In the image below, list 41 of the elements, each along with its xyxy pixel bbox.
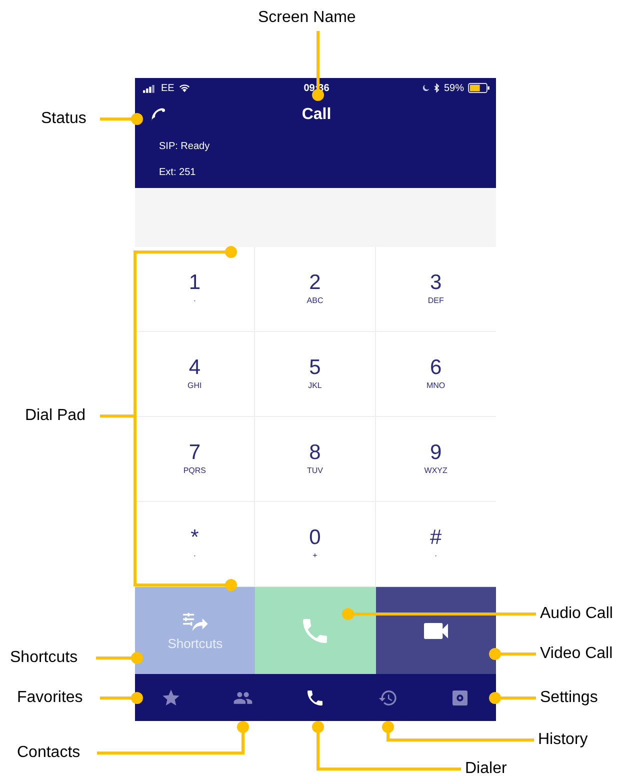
history-icon[interactable]	[378, 688, 398, 708]
leader-line	[96, 652, 143, 664]
battery-percent: 59%	[444, 82, 464, 94]
dial-key[interactable]: 4 GHI	[135, 332, 256, 417]
carrier-name: EE	[161, 82, 174, 94]
star-icon[interactable]	[161, 688, 182, 708]
extension-number: Ext: 251	[159, 167, 196, 178]
bluetooth-icon	[434, 83, 440, 93]
battery-icon	[468, 83, 490, 93]
leader-line	[100, 113, 143, 125]
settings-icon[interactable]	[450, 688, 470, 708]
dial-key[interactable]: 7 PQRS	[135, 417, 256, 502]
callout-label: Screen Name	[258, 8, 356, 28]
callout-label: Video Call	[540, 644, 613, 664]
moon-icon	[422, 84, 430, 92]
leader-line	[489, 692, 536, 704]
video-call-button[interactable]	[376, 587, 496, 674]
sliders-arrow-icon	[180, 610, 210, 632]
dial-key[interactable]: 2 ABC	[255, 247, 376, 332]
callout-label: Dialer	[465, 759, 507, 779]
leader-line	[489, 648, 536, 660]
phone-icon[interactable]	[305, 688, 326, 708]
callout-label: Favorites	[17, 688, 83, 708]
dial-key[interactable]: 1 ·	[135, 247, 256, 332]
dial-key[interactable]: 0 +	[255, 502, 376, 587]
dial-key[interactable]: 5 JKL	[255, 332, 376, 417]
callout-label: Settings	[540, 688, 598, 708]
signal-icon	[143, 84, 157, 92]
dial-key[interactable]: 8 TUV	[255, 417, 376, 502]
number-field[interactable]	[135, 188, 496, 247]
dial-key[interactable]: * ·	[135, 502, 256, 587]
callout-label: Dial Pad	[25, 406, 86, 426]
wifi-icon	[178, 83, 192, 93]
screen-title: Call	[302, 106, 332, 124]
callout-label: Contacts	[17, 743, 80, 763]
callout-label: History	[538, 730, 588, 750]
leader-line	[100, 692, 143, 704]
callout-label: Shortcuts	[10, 648, 78, 668]
sip-status: SIP: Ready	[159, 141, 210, 152]
callout-label: Status	[41, 109, 86, 129]
callout-label: Audio Call	[540, 604, 613, 624]
